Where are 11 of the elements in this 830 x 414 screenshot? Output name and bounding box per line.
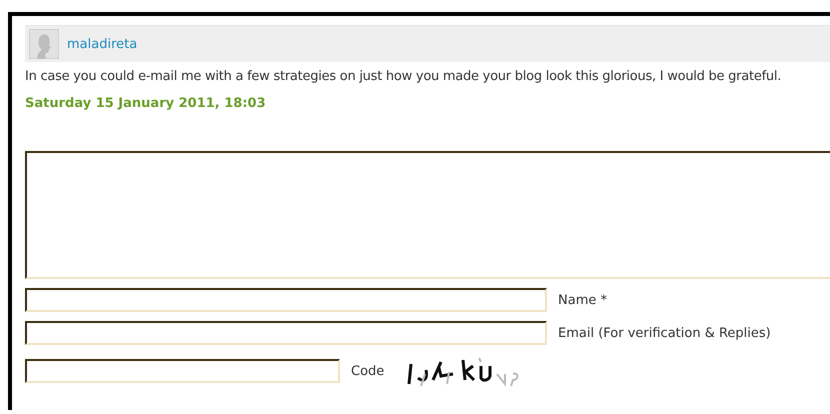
comment-text: In case you could e-mail me with a few strategies on just how you made your blog look this glorious, I would be grateful. xyxy=(25,69,782,84)
text-field[interactable] xyxy=(25,321,547,345)
comment-field[interactable] xyxy=(25,151,830,279)
avatar-icon xyxy=(29,29,59,59)
field-label: Code xyxy=(351,364,384,378)
code-field[interactable] xyxy=(25,359,340,383)
comment-date: Saturday 15 January 2011, 18:03 xyxy=(25,96,267,111)
text-field[interactable] xyxy=(25,288,547,312)
author-link[interactable]: maladireta xyxy=(67,36,138,52)
field-label: Email (For verification & Replies) xyxy=(558,326,771,340)
field-label: Name * xyxy=(558,292,607,308)
